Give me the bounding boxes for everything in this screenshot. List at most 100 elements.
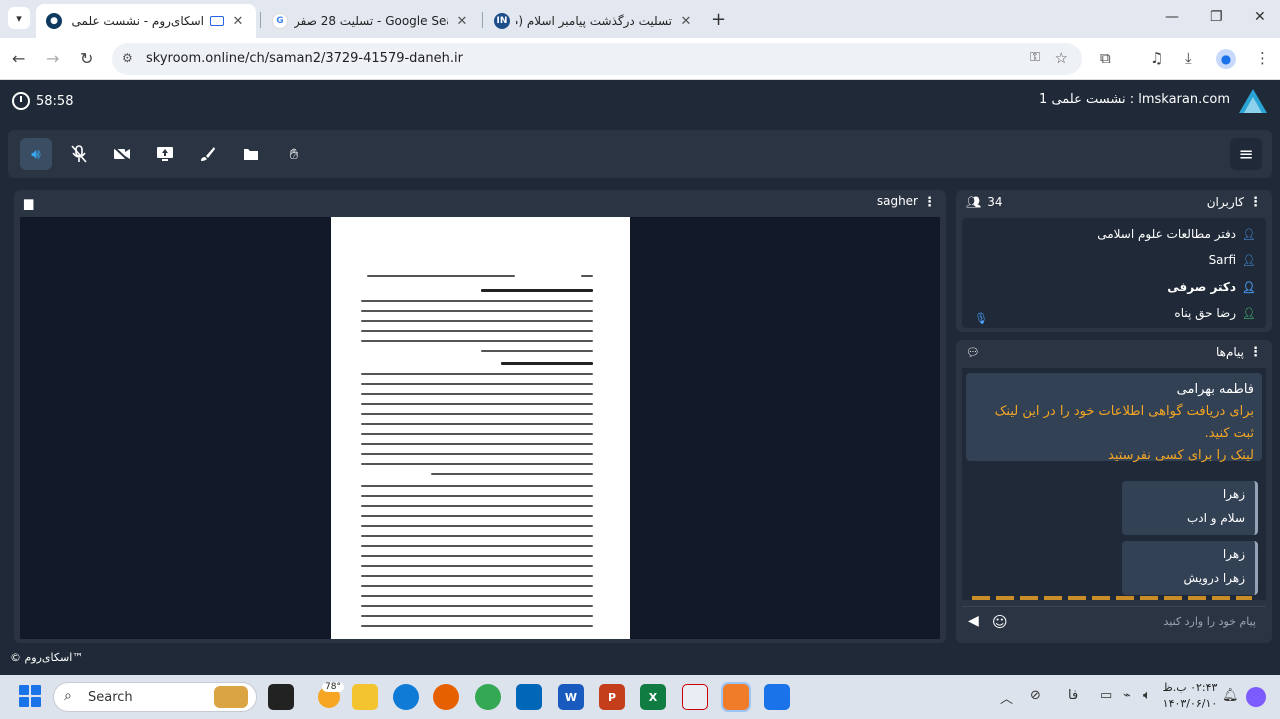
users-options-icon[interactable]: ⋮	[1249, 195, 1262, 210]
forward-icon[interactable]: →	[46, 49, 59, 68]
tab-condolence[interactable]: IN تسلیت درگذشت پیامبر اسلام (ص... ✕	[484, 4, 704, 38]
new-tab-icon[interactable]: +	[711, 9, 726, 30]
user-list: 👤︎ دفتر مطالعات علوم اسلامی 👤︎ Sarfi 👤︎ …	[962, 218, 1266, 328]
site-info-icon[interactable]: ⚙	[122, 51, 133, 65]
chat-bubble-icon: 💬︎	[966, 346, 980, 359]
message-list: فاطمه بهرامی برای دریافت گواهی اطلاعات خ…	[962, 368, 1266, 600]
word-icon[interactable]: W	[558, 684, 584, 710]
tab-title: تسلیت درگذشت پیامبر اسلام (ص...	[516, 14, 672, 28]
presenting-icon	[210, 16, 224, 26]
presentation-panel: ▆ sagher ⋮	[14, 190, 946, 643]
reload-icon[interactable]: ↻	[80, 49, 93, 68]
back-icon[interactable]: ←	[12, 49, 25, 68]
message-text-2: لینک را برای کسی نفرستید	[1108, 448, 1254, 463]
user-name: دکتر صرفی	[1167, 280, 1237, 294]
skyroom-app-icon[interactable]	[721, 682, 751, 712]
input-language[interactable]: فا	[1068, 688, 1078, 703]
user-name: دفتر مطالعات علوم اسلامی	[1097, 227, 1237, 241]
message-sender: فاطمه بهرامی	[1176, 382, 1254, 397]
chrome-icon[interactable]	[475, 684, 501, 710]
task-view-icon[interactable]	[268, 684, 294, 710]
messages-panel: 💬︎ پیام‌ها ⋮ فاطمه بهرامی برای دریافت گو…	[956, 340, 1272, 643]
whiteboard-brush-icon[interactable]	[192, 138, 224, 170]
omnibox[interactable]: ⚙ skyroom.online/ch/saman2/3729-41579-da…	[112, 43, 1082, 75]
timer-value: 58:58	[36, 93, 74, 109]
tab-skyroom[interactable]: ● اسکای‌روم - نشست علمی 1 ✕	[36, 4, 256, 38]
camera-off-icon[interactable]	[106, 138, 138, 170]
messages-options-icon[interactable]: ⋮	[1249, 345, 1262, 360]
send-icon[interactable]: ◀	[968, 613, 979, 629]
taskbar-clock[interactable]: ۰۲:۴۳ ب.ظ ۱۴۰۳/۰۶/۱۰	[1160, 680, 1220, 712]
speaker-icon[interactable]: 🔊︎	[20, 138, 52, 170]
clock-date: ۱۴۰۳/۰۶/۱۰	[1162, 697, 1218, 710]
powerpoint-icon[interactable]: P	[599, 684, 625, 710]
restore-icon[interactable]: ❐	[1210, 9, 1223, 25]
close-tab-icon[interactable]: ✕	[230, 14, 246, 29]
excel-icon[interactable]: X	[640, 684, 666, 710]
user-item[interactable]: 👤︎ دفتر مطالعات علوم اسلامی	[1097, 224, 1256, 244]
classroom-toolbar: 🔊︎ ✋︎ ≡	[8, 130, 1272, 178]
media-controls-icon[interactable]: ♫	[1150, 49, 1163, 67]
store-icon[interactable]	[516, 684, 542, 710]
message-input[interactable]: پیام خود را وارد کنید	[1163, 615, 1256, 628]
firefox-icon[interactable]	[433, 684, 459, 710]
close-tab-icon[interactable]: ✕	[678, 14, 694, 29]
taskbar-search[interactable]: ⌕ Search	[53, 682, 257, 712]
tray-overflow-icon[interactable]: ︿	[1000, 688, 1013, 707]
google-favicon-icon: G	[272, 13, 288, 29]
edge-icon[interactable]	[393, 684, 419, 710]
windows-taskbar: ⌕ Search 78° W P X ︿ ⊘ فا ▭ ⌁ 🔈︎ ۰۲:۴۳ ب…	[0, 675, 1280, 719]
screen-share-icon[interactable]	[149, 138, 181, 170]
tab-search-dropdown-icon[interactable]: ▾	[8, 7, 30, 29]
search-icon: ⌕	[64, 688, 72, 704]
pinned-message: فاطمه بهرامی برای دریافت گواهی اطلاعات خ…	[966, 373, 1262, 463]
chat-message: زهرا سلام و ادب	[1122, 481, 1258, 535]
extensions-icon[interactable]: ⧉	[1100, 49, 1111, 67]
user-item[interactable]: 👤︎ دکتر صرفی	[1167, 277, 1256, 297]
tab-divider	[260, 12, 261, 28]
message-text: برای دریافت گواهی اطلاعات خود را در این …	[994, 404, 1254, 441]
browser-menu-icon[interactable]: ⋮	[1255, 49, 1270, 67]
presenter-name: sagher	[876, 194, 918, 208]
messages-title: پیام‌ها	[1215, 345, 1244, 359]
clock-time: ۰۲:۴۳ ب.ظ	[1162, 681, 1218, 694]
connectivity-icon[interactable]: ⌁	[1123, 688, 1131, 703]
user-item[interactable]: 👤︎ Sarfi	[1209, 250, 1256, 270]
password-key-icon[interactable]: ⚿	[1030, 50, 1040, 65]
close-window-icon[interactable]: ✕	[1254, 9, 1266, 25]
users-header: 👥︎ 34 کاربران ⋮	[956, 190, 1272, 216]
weather-temp: 78°	[322, 682, 344, 692]
copyright-text: © اسکای‌روم™	[10, 651, 84, 664]
downloads-icon[interactable]: ⤓	[1185, 49, 1192, 67]
bookmark-star-icon[interactable]: ☆	[1055, 49, 1068, 67]
file-explorer-icon[interactable]	[352, 684, 378, 710]
profile-avatar-icon[interactable]: ●	[1216, 49, 1236, 69]
tab-title: تسلیت 28 صفر - Google Search	[294, 14, 448, 28]
user-icon: 👤︎	[1242, 280, 1256, 294]
snipping-tool-icon[interactable]	[682, 684, 708, 710]
close-tab-icon[interactable]: ✕	[454, 14, 470, 29]
presentation-stage	[20, 217, 940, 639]
user-item[interactable]: 👤︎ رضا حق پناه	[1174, 303, 1256, 323]
volume-icon[interactable]: 🔈︎	[1143, 688, 1151, 703]
windows-start-icon[interactable]	[19, 685, 41, 707]
user-icon: 👤︎	[1242, 253, 1256, 267]
folder-icon[interactable]: ▆	[24, 196, 33, 210]
notifications-icon[interactable]: 🔔︎	[1222, 688, 1239, 703]
paint-icon[interactable]	[764, 684, 790, 710]
file-folder-icon[interactable]	[235, 138, 267, 170]
skyroom-favicon-icon: ●	[46, 13, 62, 29]
main-menu-icon[interactable]: ≡	[1230, 138, 1262, 170]
tab-google-search[interactable]: G تسلیت 28 صفر - Google Search ✕	[262, 4, 480, 38]
minimize-icon[interactable]: —	[1165, 9, 1179, 25]
url-text[interactable]: skyroom.online/ch/saman2/3729-41579-dane…	[146, 51, 463, 66]
raise-hand-icon[interactable]: ✋︎	[278, 138, 310, 170]
mic-off-icon[interactable]	[63, 138, 95, 170]
speaking-mic-icon: 🎙︎	[974, 312, 988, 325]
network-off-icon[interactable]: ⊘	[1030, 688, 1041, 703]
panel-options-icon[interactable]: ⋮	[923, 195, 936, 210]
emoji-icon[interactable]: ☺	[992, 613, 1008, 631]
copilot-icon[interactable]	[1246, 687, 1266, 707]
display-icon[interactable]: ▭	[1100, 688, 1112, 703]
users-group-icon: 👥︎	[966, 195, 982, 209]
